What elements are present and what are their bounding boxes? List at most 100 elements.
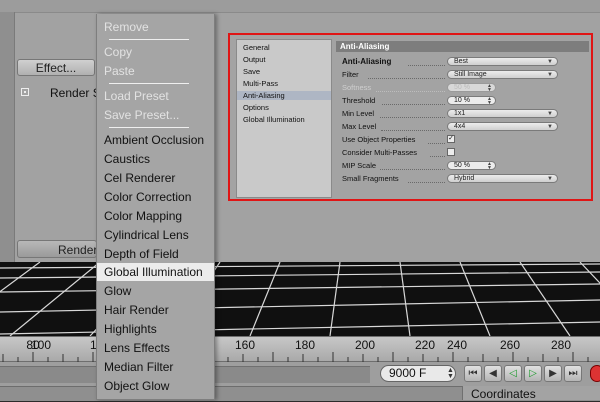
menu-item-ambient-occlusion[interactable]: Ambient Occlusion — [104, 133, 204, 147]
effects-dropdown-menu: Remove Copy Paste Load Preset Save Prese… — [96, 14, 215, 400]
go-to-start-icon[interactable]: ⏮ — [464, 365, 482, 382]
menu-item-color-mapping[interactable]: Color Mapping — [104, 209, 182, 223]
floor-grid-svg — [0, 262, 600, 336]
row-leader — [381, 129, 445, 131]
timeline-ruler[interactable]: 80 100 120 140 160 180 200 220 240 260 2… — [0, 336, 600, 362]
stepper-icon[interactable]: ▲ ▼ — [487, 97, 492, 106]
menu-item-highlights[interactable]: Highlights — [104, 322, 157, 336]
frame-field[interactable]: 9000 F — [380, 365, 456, 382]
consider-multi-passes-checkbox[interactable] — [447, 148, 455, 156]
chevron-down-icon: ▼ — [547, 72, 553, 78]
settings-nav-list: General Output Save Multi-Pass Anti-Alia… — [236, 39, 332, 198]
menu-item-median-filter[interactable]: Median Filter — [104, 360, 173, 374]
nav-item-anti-aliasing[interactable]: Anti-Aliasing — [237, 91, 331, 100]
row-leader — [408, 64, 445, 66]
coordinates-tab[interactable]: Coordinates — [462, 386, 600, 401]
menu-item-lens-effects[interactable]: Lens Effects — [104, 341, 170, 355]
small-fragments-dropdown[interactable]: Hybrid ▼ — [447, 174, 558, 183]
anti-aliasing-value: Best — [454, 58, 469, 65]
step-forward-icon[interactable]: ▶ — [544, 365, 562, 382]
nav-item-general[interactable]: General — [243, 43, 270, 52]
menu-item-copy[interactable]: Copy — [104, 45, 132, 59]
left-column — [0, 12, 15, 262]
step-back-icon[interactable]: ◀ — [484, 365, 502, 382]
stepper-icon[interactable]: ▲ ▼ — [487, 162, 492, 171]
threshold-field[interactable]: 10 % ▲ ▼ — [447, 96, 496, 106]
mip-scale-label: MIP Scale — [342, 161, 377, 170]
softness-value: 50 % — [454, 84, 470, 91]
anti-aliasing-dropdown[interactable]: Best ▼ — [447, 57, 558, 66]
chevron-down-icon: ▼ — [547, 59, 553, 65]
section-title: Anti-Aliasing — [336, 41, 589, 52]
filter-label: Filter — [342, 70, 359, 79]
mip-scale-value: 50 % — [454, 162, 470, 169]
menu-separator — [109, 39, 189, 40]
min-level-value: 1x1 — [454, 110, 466, 117]
menu-item-cel-renderer[interactable]: Cel Renderer — [104, 171, 175, 185]
play-backward-icon[interactable]: ◁ — [504, 365, 522, 382]
menu-item-remove[interactable]: Remove — [104, 20, 149, 34]
small-fragments-value: Hybrid — [454, 175, 475, 182]
max-level-value: 4x4 — [454, 123, 466, 130]
anti-aliasing-label: Anti-Aliasing — [342, 57, 392, 66]
ruler-ticks-svg — [2, 352, 589, 362]
filter-value: Still Image — [454, 71, 487, 78]
menu-item-hair-render[interactable]: Hair Render — [104, 303, 169, 317]
chevron-down-icon: ▼ — [547, 124, 553, 130]
viewport-floor-grid[interactable] — [0, 262, 600, 336]
softness-field: 50 % ▲ ▼ — [447, 83, 496, 93]
row-leader — [368, 77, 445, 79]
menu-item-cylindrical-lens[interactable]: Cylindrical Lens — [104, 228, 189, 242]
frame-stepper-icon[interactable]: ▲ ▼ — [447, 367, 454, 380]
menu-item-save-preset[interactable]: Save Preset... — [104, 108, 179, 122]
menu-separator — [109, 83, 189, 84]
use-object-properties-checkbox[interactable]: ✓ — [447, 135, 455, 143]
menu-item-object-glow[interactable]: Object Glow — [104, 379, 169, 393]
nav-item-global-illumination[interactable]: Global Illumination — [243, 115, 305, 124]
consider-multi-passes-label: Consider Multi-Passes — [342, 148, 418, 157]
threshold-value: 10 % — [454, 97, 470, 104]
menu-item-color-correction[interactable]: Color Correction — [104, 190, 191, 204]
effect-button[interactable]: Effect... — [17, 59, 95, 76]
menu-item-global-illumination[interactable]: Global Illumination — [104, 265, 203, 279]
max-level-label: Max Level — [342, 122, 377, 131]
row-leader — [382, 103, 445, 105]
menu-item-paste[interactable]: Paste — [104, 64, 135, 78]
nav-item-multi-pass[interactable]: Multi-Pass — [243, 79, 278, 88]
menu-item-load-preset[interactable]: Load Preset — [104, 89, 169, 103]
render-button[interactable]: Render — [17, 240, 97, 258]
mip-scale-field[interactable]: 50 % ▲ ▼ — [447, 161, 496, 171]
chevron-down-icon: ▼ — [547, 176, 553, 182]
nav-item-save[interactable]: Save — [243, 67, 260, 76]
nav-item-output[interactable]: Output — [243, 55, 266, 64]
playback-toolbar: 9000 F ▲ ▼ ⏮ ◀ ◁ ▷ ▶ ⏭ — [0, 362, 600, 386]
row-leader — [376, 90, 445, 92]
render-settings-checkbox-icon[interactable] — [21, 88, 29, 96]
menu-separator — [109, 127, 189, 128]
chevron-down-icon: ▼ — [547, 111, 553, 117]
row-leader — [430, 155, 445, 157]
menu-item-caustics[interactable]: Caustics — [104, 152, 150, 166]
menu-item-glow[interactable]: Glow — [104, 284, 131, 298]
play-forward-icon[interactable]: ▷ — [524, 365, 542, 382]
menu-item-depth-of-field[interactable]: Depth of Field — [104, 247, 179, 261]
stepper-icon: ▲ ▼ — [487, 83, 492, 93]
use-object-properties-label: Use Object Properties — [342, 135, 416, 144]
settings-content: Anti-Aliasing Anti-Aliasing Best ▼ Filte… — [336, 39, 589, 199]
min-level-label: Min Level — [342, 109, 375, 118]
threshold-label: Threshold — [342, 96, 376, 105]
render-settings-item-label[interactable]: Render S — [50, 86, 101, 100]
min-level-dropdown[interactable]: 1x1 ▼ — [447, 109, 558, 118]
row-leader — [380, 168, 445, 170]
record-icon[interactable] — [590, 365, 600, 382]
row-leader — [428, 142, 445, 144]
render-settings-panel: General Output Save Multi-Pass Anti-Alia… — [228, 33, 593, 201]
row-leader — [408, 181, 445, 183]
filter-dropdown[interactable]: Still Image ▼ — [447, 70, 558, 79]
softness-label: Softness — [342, 83, 372, 92]
nav-item-options[interactable]: Options — [243, 103, 269, 112]
top-strip — [0, 0, 600, 13]
max-level-dropdown[interactable]: 4x4 ▼ — [447, 122, 558, 131]
small-fragments-label: Small Fragments — [342, 174, 399, 183]
go-to-end-icon[interactable]: ⏭ — [564, 365, 582, 382]
